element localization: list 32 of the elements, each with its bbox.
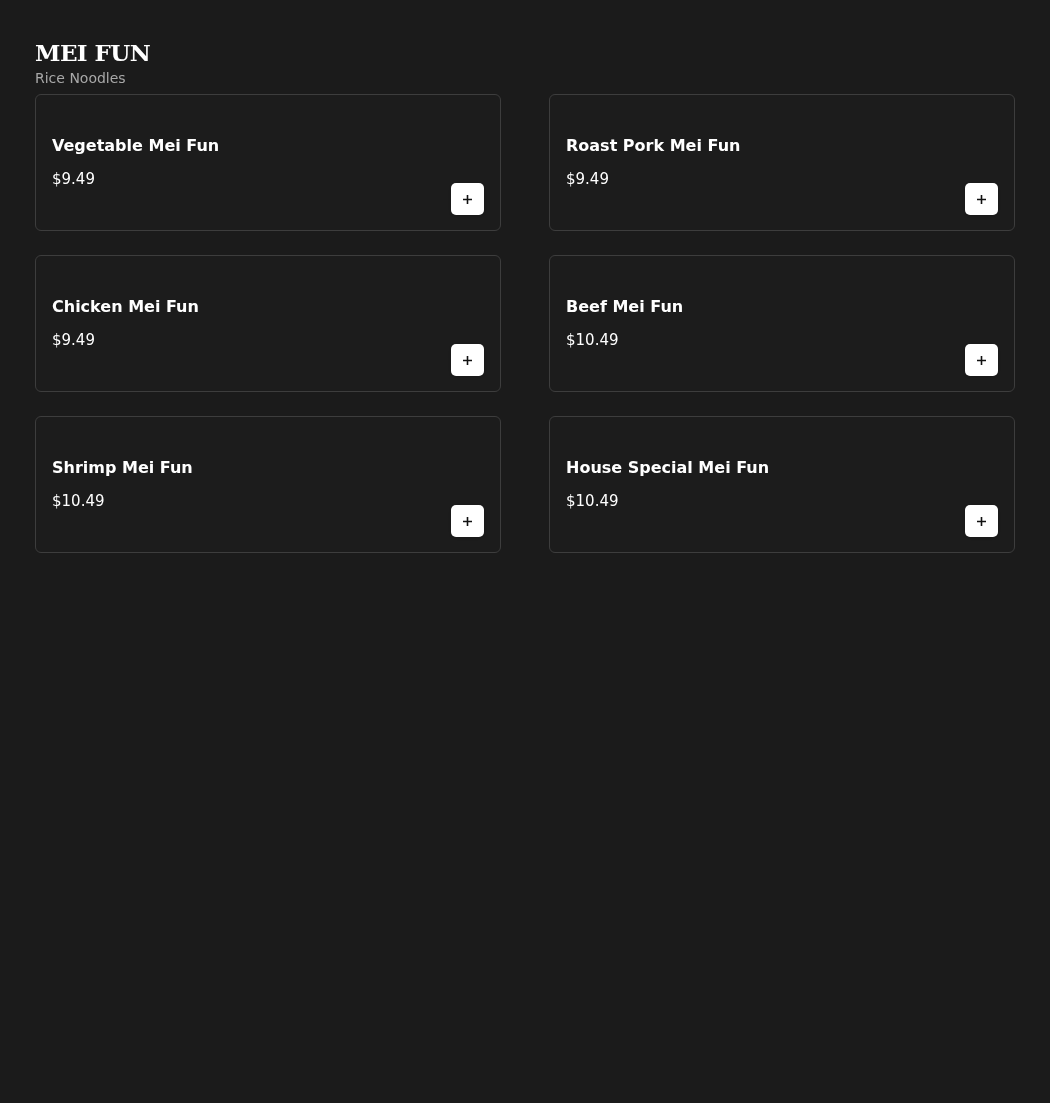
item-name: Roast Pork Mei Fun — [566, 135, 741, 157]
item-price: $9.49 — [566, 169, 609, 190]
add-button[interactable] — [451, 505, 484, 537]
item-name: House Special Mei Fun — [566, 457, 770, 479]
plus-icon — [976, 354, 987, 366]
plus-icon — [462, 515, 473, 527]
item-name: Shrimp Mei Fun — [52, 457, 193, 479]
item-price: $10.49 — [566, 491, 619, 512]
section-title: MEI FUN — [35, 38, 151, 68]
item-price: $9.49 — [52, 169, 95, 190]
add-button[interactable] — [451, 183, 484, 215]
menu-item-card[interactable]: House Special Mei Fun $10.49 — [549, 416, 1015, 553]
menu-item-card[interactable]: Beef Mei Fun $10.49 — [549, 255, 1015, 392]
add-button[interactable] — [965, 183, 998, 215]
item-price: $10.49 — [52, 491, 105, 512]
menu-item-card[interactable]: Vegetable Mei Fun $9.49 — [35, 94, 501, 231]
plus-icon — [976, 515, 987, 527]
item-price: $10.49 — [566, 330, 619, 351]
plus-icon — [976, 193, 987, 205]
item-name: Beef Mei Fun — [566, 296, 684, 318]
add-button[interactable] — [965, 505, 998, 537]
item-name: Chicken Mei Fun — [52, 296, 199, 318]
menu-item-card[interactable]: Chicken Mei Fun $9.49 — [35, 255, 501, 392]
item-name: Vegetable Mei Fun — [52, 135, 220, 157]
item-price: $9.49 — [52, 330, 95, 351]
menu-item-card[interactable]: Shrimp Mei Fun $10.49 — [35, 416, 501, 553]
add-button[interactable] — [451, 344, 484, 376]
section-subtitle: Rice Noodles — [35, 69, 126, 88]
add-button[interactable] — [965, 344, 998, 376]
plus-icon — [462, 193, 473, 205]
plus-icon — [462, 354, 473, 366]
menu-item-card[interactable]: Roast Pork Mei Fun $9.49 — [549, 94, 1015, 231]
